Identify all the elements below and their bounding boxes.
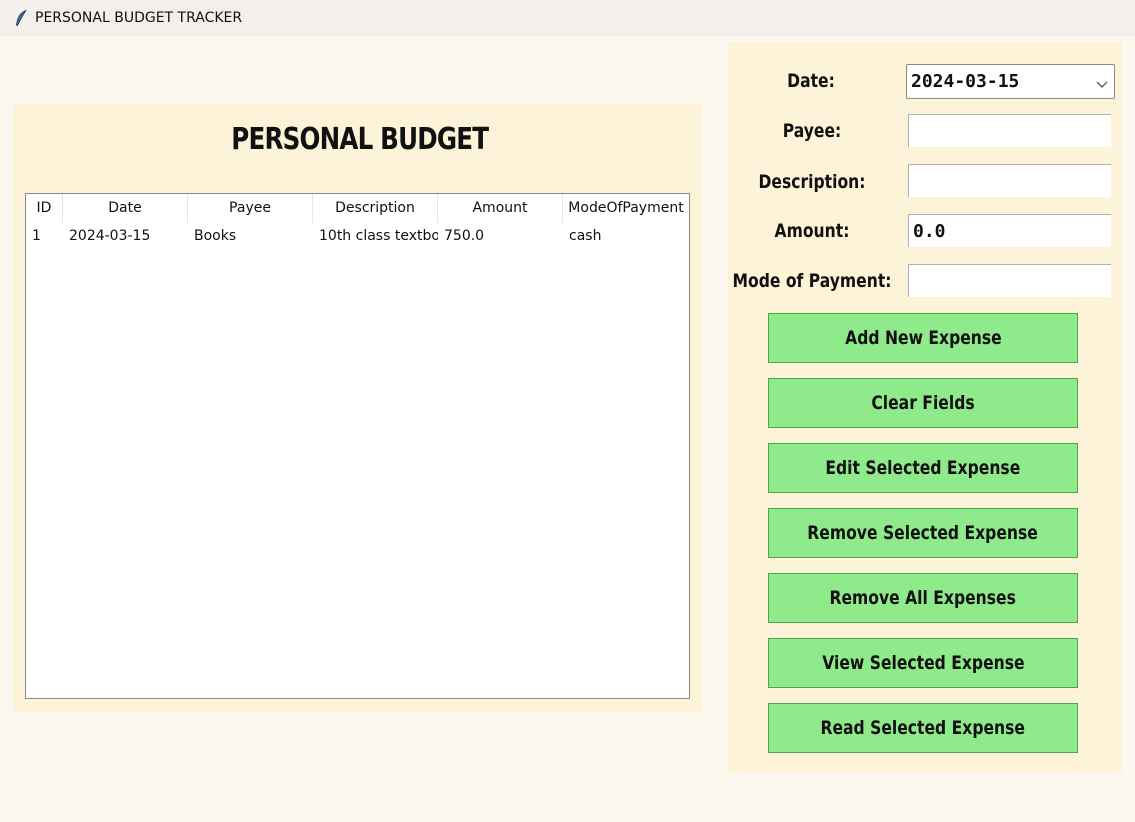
- remove-expense-button[interactable]: Remove Selected Expense: [768, 508, 1078, 558]
- amount-label: Amount:: [774, 220, 850, 242]
- amount-field[interactable]: 0.0: [908, 214, 1111, 247]
- remove-all-button[interactable]: Remove All Expenses: [768, 573, 1078, 623]
- chevron-down-icon[interactable]: [1096, 76, 1108, 88]
- mode-of-payment-label: Mode of Payment:: [732, 270, 892, 292]
- column-header-id[interactable]: ID: [26, 194, 63, 223]
- expense-table[interactable]: ID Date Payee Description Amount ModeOfP…: [25, 193, 690, 699]
- payee-label: Payee:: [782, 120, 842, 142]
- payee-field[interactable]: [908, 114, 1111, 147]
- mode-of-payment-field[interactable]: [908, 264, 1111, 297]
- view-expense-label: View Selected Expense: [821, 652, 1025, 674]
- date-label: Date:: [787, 70, 835, 92]
- page-title: PERSONAL BUDGET: [231, 122, 489, 157]
- window-title: PERSONAL BUDGET TRACKER: [35, 10, 243, 26]
- read-expense-button[interactable]: Read Selected Expense: [768, 703, 1078, 753]
- date-combobox[interactable]: 2024-03-15: [906, 64, 1115, 99]
- description-label: Description:: [758, 171, 866, 193]
- cell-id: 1: [32, 228, 41, 244]
- cell-payee: Books: [194, 228, 237, 244]
- cell-amount: 750.0: [444, 228, 485, 244]
- remove-all-label: Remove All Expenses: [829, 587, 1017, 609]
- table-header: ID Date Payee Description Amount ModeOfP…: [26, 194, 689, 223]
- remove-expense-label: Remove Selected Expense: [807, 522, 1039, 544]
- view-expense-button[interactable]: View Selected Expense: [768, 638, 1078, 688]
- cell-mode: cash: [569, 228, 602, 244]
- column-header-mode[interactable]: ModeOfPayment: [563, 194, 689, 223]
- add-expense-label: Add New Expense: [844, 327, 1002, 349]
- description-field[interactable]: [908, 164, 1111, 197]
- edit-expense-button[interactable]: Edit Selected Expense: [768, 443, 1078, 493]
- column-header-description[interactable]: Description: [313, 194, 438, 223]
- column-header-payee[interactable]: Payee: [188, 194, 313, 223]
- clear-fields-button[interactable]: Clear Fields: [768, 378, 1078, 428]
- add-expense-button[interactable]: Add New Expense: [768, 313, 1078, 363]
- date-value: 2024-03-15: [911, 71, 1020, 92]
- table-row[interactable]: 1 2024-03-15 Books 10th class textbooks …: [26, 223, 689, 249]
- clear-fields-label: Clear Fields: [871, 392, 975, 414]
- column-header-amount[interactable]: Amount: [438, 194, 563, 223]
- feather-icon: [14, 9, 28, 27]
- edit-expense-label: Edit Selected Expense: [825, 457, 1021, 479]
- read-expense-label: Read Selected Expense: [820, 717, 1026, 739]
- title-bar: PERSONAL BUDGET TRACKER: [0, 0, 1135, 36]
- cell-date: 2024-03-15: [69, 228, 151, 244]
- cell-description: 10th class textbooks: [319, 228, 438, 244]
- column-header-date[interactable]: Date: [63, 194, 188, 223]
